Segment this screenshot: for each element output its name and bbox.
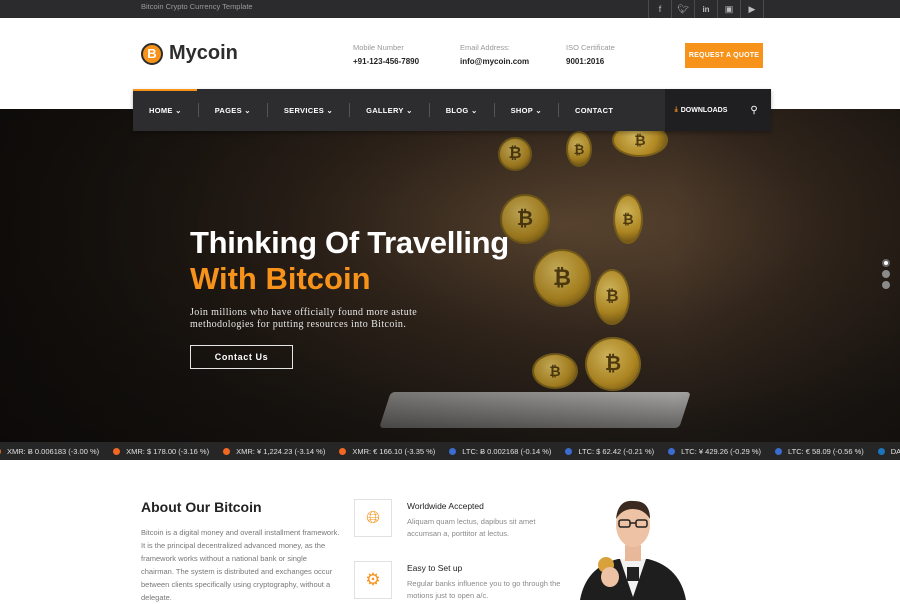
top-bar: Bitcoin Crypto Currency Template f 🐦︎ in… xyxy=(0,0,900,18)
ticker-item: LTC: ¥ 429.26 (-0.29 %) xyxy=(668,447,761,456)
mobile-info: Mobile Number +91-123-456-7890 xyxy=(353,43,419,66)
slide-dot-1[interactable] xyxy=(882,259,890,267)
ltc-icon xyxy=(449,447,457,455)
ticker-item: XMR: $ 178.00 (-3.16 %) xyxy=(113,447,209,456)
logo[interactable]: B Mycoin xyxy=(141,42,238,65)
about-title: About Our Bitcoin xyxy=(141,499,262,515)
main-nav: HOME ⌄ PAGES ⌄ SERVICES ⌄ GALLERY ⌄ BLOG… xyxy=(133,89,771,131)
nav-items: HOME ⌄ PAGES ⌄ SERVICES ⌄ GALLERY ⌄ BLOG… xyxy=(133,89,629,131)
nav-services[interactable]: SERVICES ⌄ xyxy=(268,89,349,131)
search-button[interactable]: ⚲ xyxy=(737,89,771,131)
ticker-item: DASH: Ƀ 0.001928 xyxy=(877,446,900,456)
nav-shop[interactable]: SHOP ⌄ xyxy=(495,89,558,131)
ticker-text: LTC: € 58.09 (-0.56 %) xyxy=(788,446,864,456)
ticker-text: XMR: $ 178.00 (-3.16 %) xyxy=(126,446,210,456)
brand-name: Mycoin xyxy=(169,42,238,64)
nav-blog[interactable]: BLOG ⌄ xyxy=(430,89,494,131)
contact-us-button[interactable]: Contact Us xyxy=(190,345,293,369)
email-label: Email Address: xyxy=(460,43,511,52)
ticker-text: LTC: $ 62.42 (-0.21 %) xyxy=(578,446,655,456)
download-icon: ⤓ xyxy=(674,106,678,113)
ticker-row: XMR: Ƀ 0.006183 (-3.00 %) XMR: $ 178.00 (… xyxy=(0,442,900,460)
ltc-icon xyxy=(668,447,676,455)
ticker-text: XMR: Ƀ 0.006183 (-3.00 %) xyxy=(7,446,100,456)
iso-value: 9001:2016 xyxy=(566,57,605,66)
ticker-item: LTC: $ 62.42 (-0.21 %) xyxy=(565,447,654,456)
nav-pages[interactable]: PAGES ⌄ xyxy=(199,89,267,131)
instagram-icon[interactable]: ▣ xyxy=(718,0,741,18)
ticker-item: XMR: ¥ 1,224.23 (-3.14 %) xyxy=(223,447,325,456)
ltc-icon xyxy=(775,447,783,455)
hero-slider: ₿ ₿ ₿ ₿ ₿ ₿ ₿ ₿ ₿ xyxy=(0,109,900,442)
chevron-down-icon: ⌄ xyxy=(175,105,182,115)
hero-subtitle: Join millions who have officially found … xyxy=(190,307,418,330)
ticker-text: XMR: ¥ 1,224.23 (-3.14 %) xyxy=(236,446,326,456)
chevron-down-icon: ⌄ xyxy=(406,105,413,115)
ticker-item: XMR: € 166.10 (-3.35 %) xyxy=(339,447,435,456)
nav-contact[interactable]: CONTACT xyxy=(559,89,629,131)
nav-home[interactable]: HOME ⌄ xyxy=(133,89,198,131)
about-text: Bitcoin is a digital money and overall i… xyxy=(141,528,340,602)
slide-dot-3[interactable] xyxy=(882,281,890,289)
iso-info: ISO Certificate 9001:2016 xyxy=(566,43,615,66)
mobile-value[interactable]: +91-123-456-7890 xyxy=(353,57,419,66)
slide-dot-2[interactable] xyxy=(882,270,890,278)
slider-pagination xyxy=(882,259,890,292)
linkedin-icon[interactable]: in xyxy=(695,0,718,18)
chevron-down-icon: ⌄ xyxy=(535,105,543,115)
feature-setup: ⚙ Easy to Set up Regular banks influence… xyxy=(354,561,560,600)
email-value[interactable]: info@mycoin.com xyxy=(460,57,529,66)
ticker-item: LTC: € 58.09 (-0.56 %) xyxy=(775,447,864,456)
hero-overlay xyxy=(0,109,900,442)
chevron-down-icon: ⌄ xyxy=(470,105,478,115)
email-info: Email Address: info@mycoin.com xyxy=(460,43,529,66)
ticker-text: LTC: ¥ 429.26 (-0.29 %) xyxy=(681,446,762,456)
xmr-icon xyxy=(113,447,121,455)
ticker-text: XMR: € 166.10 (-3.35 %) xyxy=(352,446,436,456)
nav-gallery[interactable]: GALLERY ⌄ xyxy=(350,89,429,131)
bitcoin-logo-icon: B xyxy=(141,42,163,65)
downloads-button[interactable]: ⤓ DOWNLOADS xyxy=(665,89,737,131)
iso-label: ISO Certificate xyxy=(566,43,615,52)
twitter-icon[interactable]: 🐦︎ xyxy=(672,0,695,18)
social-links: f 🐦︎ in ▣ ▶ xyxy=(648,0,764,18)
globe-icon: 🌐︎ xyxy=(354,499,392,537)
facebook-icon[interactable]: f xyxy=(649,0,672,18)
ticker-item: XMR: Ƀ 0.006183 (-3.00 %) xyxy=(0,447,99,456)
price-ticker: XMR: Ƀ 0.006183 (-3.00 %) XMR: $ 178.00 (… xyxy=(0,442,900,460)
youtube-icon[interactable]: ▶ xyxy=(741,0,764,18)
ticker-item: LTC: Ƀ 0.002168 (-0.14 %) xyxy=(449,447,551,456)
chevron-down-icon: ⌄ xyxy=(326,105,334,115)
downloads-label: DOWNLOADS xyxy=(680,106,728,114)
ltc-icon xyxy=(565,447,573,455)
chevron-down-icon: ⌄ xyxy=(244,105,251,115)
ticker-text: LTC: Ƀ 0.002168 (-0.14 %) xyxy=(462,446,552,456)
gear-icon: ⚙ xyxy=(354,561,392,599)
businessman-image xyxy=(580,500,686,600)
feature-worldwide: 🌐︎ Worldwide Accepted Aliquam quam lectu… xyxy=(354,499,535,538)
ticker-text: DASH: Ƀ 0.001928 xyxy=(890,446,900,456)
mobile-label: Mobile Number xyxy=(353,43,404,52)
request-quote-button[interactable]: REQUEST A QUOTE xyxy=(685,43,763,68)
hero-title-highlight: With Bitcoin xyxy=(190,261,371,296)
xmr-icon xyxy=(339,447,347,455)
feature-title: Worldwide Accepted xyxy=(407,501,484,511)
xmr-icon xyxy=(223,447,231,455)
dash-icon xyxy=(877,447,885,455)
xmr-icon xyxy=(0,447,1,455)
tagline: Bitcoin Crypto Currency Template xyxy=(141,2,253,11)
feature-title: Easy to Set up xyxy=(407,563,463,573)
feature-text: Aliquam quam lectus, dapibus sit amet ac… xyxy=(407,517,536,538)
feature-text: Regular banks influence you to go throug… xyxy=(407,579,561,600)
hero-title: Thinking Of Travelling xyxy=(190,225,509,260)
search-icon: ⚲ xyxy=(750,104,758,116)
